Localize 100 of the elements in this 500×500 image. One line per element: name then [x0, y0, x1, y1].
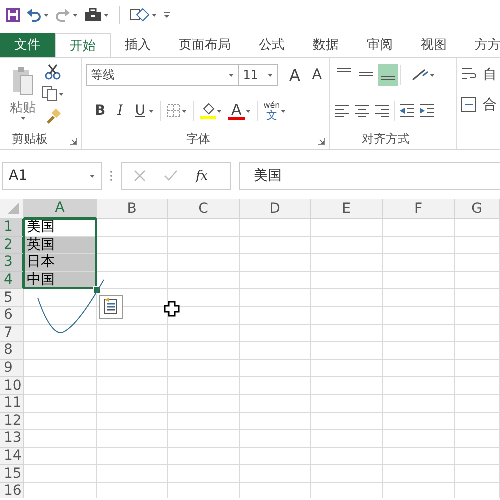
row-header[interactable]: 9 — [0, 360, 24, 378]
table-cell[interactable] — [455, 272, 500, 290]
row-header[interactable]: 2 — [0, 236, 24, 254]
borders-icon[interactable] — [167, 104, 182, 118]
table-cell[interactable] — [168, 272, 240, 290]
table-cell[interactable] — [383, 377, 455, 395]
caret-icon[interactable] — [44, 14, 49, 16]
table-cell[interactable]: 日本 — [24, 254, 97, 272]
table-cell[interactable] — [24, 412, 97, 430]
table-cell[interactable] — [97, 377, 168, 395]
caret-icon[interactable] — [59, 92, 64, 96]
row-header[interactable]: 11 — [0, 394, 24, 413]
table-cell[interactable]: 美国 — [24, 219, 97, 237]
grow-font-button[interactable]: A — [286, 66, 304, 84]
caret-icon[interactable] — [152, 14, 157, 16]
caret-icon[interactable] — [104, 14, 109, 16]
font-size-field[interactable]: 11 — [239, 64, 278, 86]
column-header[interactable]: E — [311, 199, 383, 219]
table-cell[interactable] — [240, 465, 311, 483]
table-cell[interactable] — [24, 394, 97, 413]
table-cell[interactable] — [240, 219, 311, 237]
table-cell[interactable] — [240, 272, 311, 290]
table-cell[interactable] — [455, 236, 500, 254]
table-cell[interactable] — [383, 289, 455, 307]
table-cell[interactable] — [240, 430, 311, 448]
column-header[interactable]: B — [97, 199, 168, 219]
table-cell[interactable] — [455, 412, 500, 430]
table-cell[interactable] — [97, 219, 168, 237]
caret-icon[interactable] — [246, 110, 251, 112]
table-cell[interactable] — [168, 236, 240, 254]
table-cell[interactable] — [97, 465, 168, 483]
table-cell[interactable] — [97, 254, 168, 272]
table-cell[interactable] — [24, 342, 97, 360]
table-cell[interactable] — [97, 448, 168, 466]
table-cell[interactable] — [240, 236, 311, 254]
row-header[interactable]: 1 — [0, 219, 24, 237]
caret-icon[interactable] — [430, 74, 435, 76]
table-cell[interactable] — [168, 360, 240, 378]
italic-button[interactable]: I — [114, 103, 126, 119]
row-header[interactable]: 13 — [0, 430, 24, 448]
decrease-indent-icon[interactable] — [399, 104, 415, 118]
table-cell[interactable] — [383, 219, 455, 237]
underline-button[interactable]: U — [132, 103, 148, 119]
table-cell[interactable] — [168, 219, 240, 237]
table-cell[interactable] — [24, 430, 97, 448]
row-header[interactable]: 4 — [0, 272, 24, 290]
table-cell[interactable] — [455, 360, 500, 378]
column-header[interactable]: G — [455, 199, 500, 219]
table-cell[interactable] — [168, 448, 240, 466]
table-cell[interactable] — [455, 306, 500, 325]
table-cell[interactable] — [455, 324, 500, 342]
caret-icon[interactable] — [229, 74, 234, 76]
merge-icon[interactable] — [461, 97, 477, 113]
caret-icon[interactable] — [182, 110, 188, 112]
table-cell[interactable] — [455, 254, 500, 272]
table-cell[interactable] — [455, 394, 500, 413]
table-cell[interactable] — [311, 377, 383, 395]
table-cell[interactable] — [168, 465, 240, 483]
undo-icon[interactable] — [26, 8, 42, 22]
table-cell[interactable] — [383, 324, 455, 342]
table-cell[interactable] — [383, 412, 455, 430]
paste-icon[interactable] — [11, 66, 35, 96]
table-cell[interactable] — [455, 377, 500, 395]
align-left-icon[interactable] — [334, 104, 350, 118]
caret-icon[interactable] — [268, 74, 274, 76]
table-cell[interactable] — [383, 236, 455, 254]
table-cell[interactable] — [97, 394, 168, 413]
table-cell[interactable] — [383, 254, 455, 272]
table-cell[interactable]: 英国 — [24, 236, 97, 254]
table-cell[interactable] — [240, 306, 311, 325]
insert-function-button[interactable]: fx — [196, 168, 208, 184]
fill-color-icon[interactable] — [200, 103, 216, 119]
scissors-icon[interactable] — [45, 64, 61, 80]
shrink-font-button[interactable]: A — [309, 67, 325, 83]
table-cell[interactable] — [240, 448, 311, 466]
table-cell[interactable] — [168, 254, 240, 272]
name-box[interactable]: A1 — [2, 162, 102, 190]
table-cell[interactable] — [383, 448, 455, 466]
merge-button[interactable]: 合 — [480, 96, 500, 114]
table-cell[interactable] — [311, 306, 383, 325]
row-header[interactable]: 14 — [0, 448, 24, 466]
table-cell[interactable] — [168, 377, 240, 395]
table-cell[interactable] — [240, 412, 311, 430]
cancel-icon[interactable] — [134, 170, 146, 182]
table-cell[interactable] — [311, 272, 383, 290]
caret-icon[interactable] — [281, 110, 286, 112]
dialog-launcher-icon[interactable] — [70, 138, 77, 145]
row-header[interactable]: 16 — [0, 482, 24, 498]
font-name-field[interactable]: 等线 — [86, 64, 240, 86]
table-cell[interactable] — [455, 219, 500, 237]
table-cell[interactable] — [168, 430, 240, 448]
increase-indent-icon[interactable] — [419, 104, 435, 118]
format-painter-icon[interactable] — [45, 108, 61, 124]
quick-analysis-icon[interactable] — [99, 295, 123, 320]
table-cell[interactable] — [240, 377, 311, 395]
ribbon-tab[interactable]: 审阅 — [353, 33, 407, 57]
table-cell[interactable] — [168, 324, 240, 342]
row-header[interactable]: 6 — [0, 306, 24, 325]
font-color-button[interactable]: A — [228, 102, 245, 120]
table-cell[interactable] — [240, 342, 311, 360]
